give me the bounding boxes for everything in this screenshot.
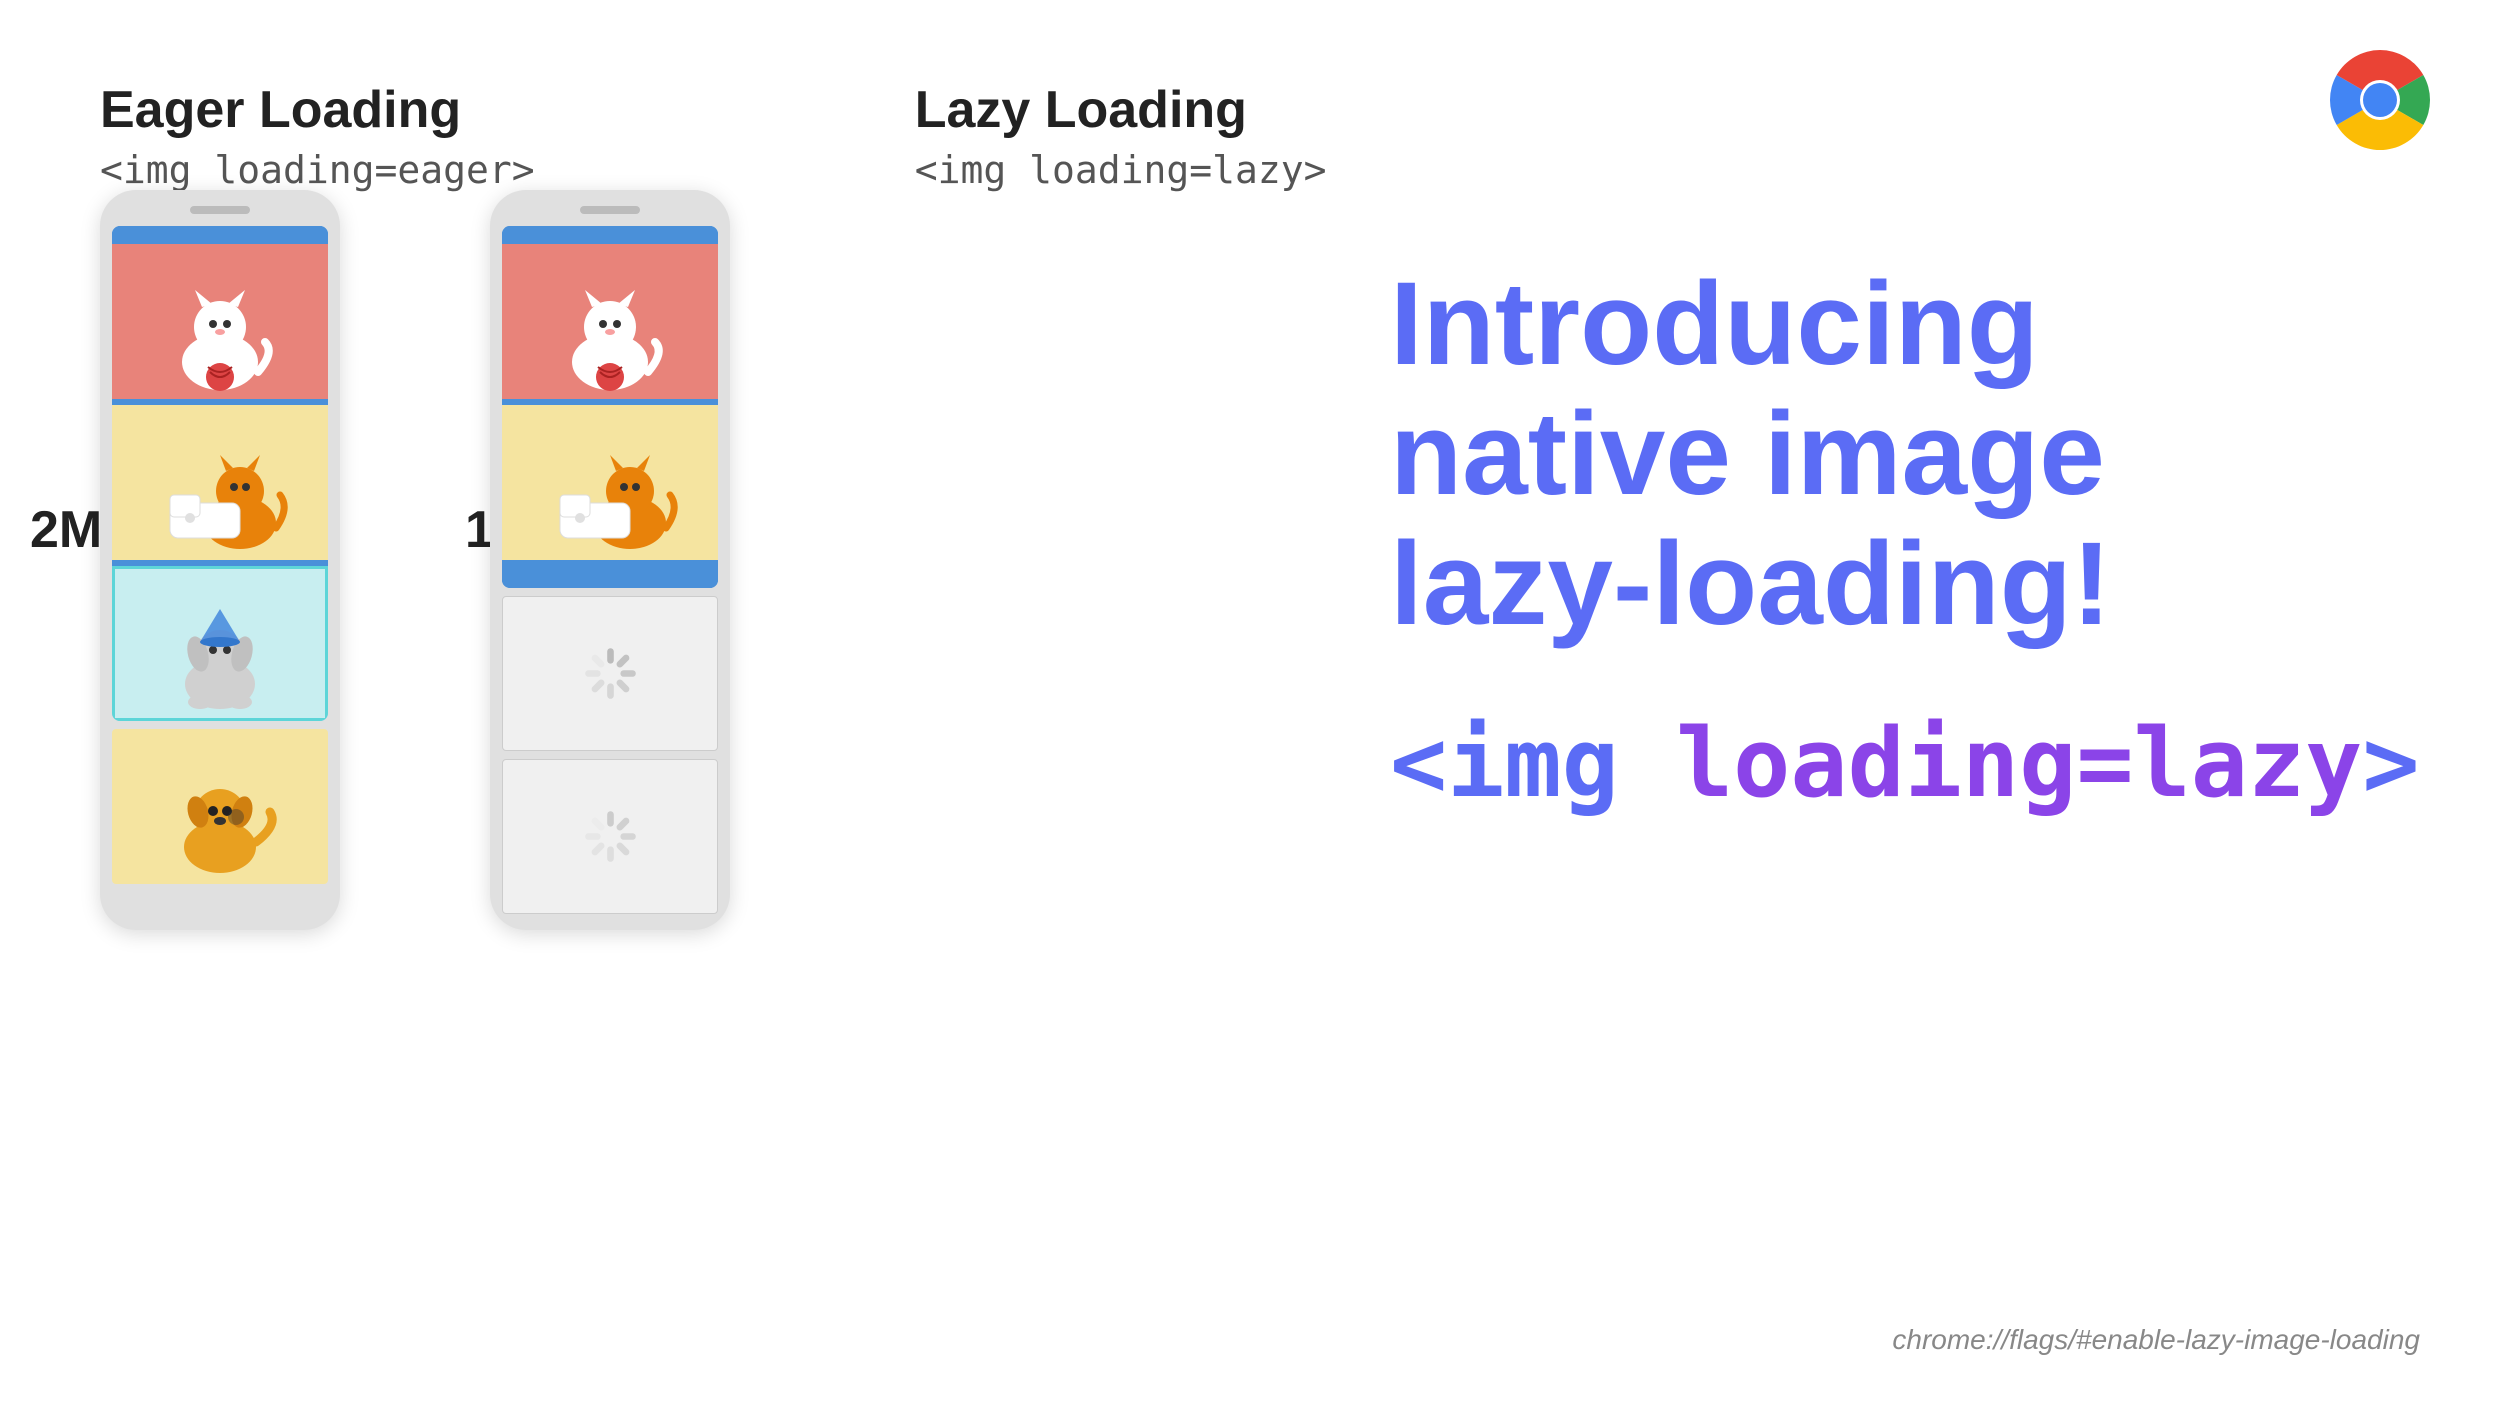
eager-phone: [100, 190, 340, 930]
eager-label-block: Eager Loading <img loading=eager>: [100, 80, 535, 192]
hero-text: Introducing native image lazy-loading!: [1390, 260, 2440, 649]
lazy-title: Lazy Loading: [915, 80, 1327, 140]
hero-line3: lazy-loading!: [1390, 518, 2111, 650]
eager-phone-screen: [112, 226, 328, 721]
eager-title: Eager Loading: [100, 80, 535, 140]
lazy-image-1: [502, 244, 718, 399]
hero-line2: native image: [1390, 388, 2105, 520]
lazy-loading-2: [502, 759, 718, 914]
eager-image-1: [112, 244, 328, 399]
code-attr: loading=lazy: [1676, 709, 2362, 819]
phone-speaker-eager: [190, 206, 250, 214]
lazy-code: <img loading=lazy>: [915, 148, 1327, 192]
lazy-phone: [490, 190, 730, 930]
lazy-label-block: Lazy Loading <img loading=lazy>: [915, 80, 1327, 192]
phones-area: [100, 190, 730, 930]
section-labels: Eager Loading <img loading=eager> Lazy L…: [100, 80, 1327, 192]
lazy-loading-1: [502, 596, 718, 751]
chrome-logo: [2320, 40, 2440, 160]
phone-speaker-lazy: [580, 206, 640, 214]
right-text-block: Introducing native image lazy-loading! <…: [1390, 260, 2440, 819]
lazy-phone-screen: [502, 226, 718, 588]
eager-code: <img loading=eager>: [100, 148, 535, 192]
eager-below-fold: [112, 729, 328, 884]
hero-line1: Introducing: [1390, 258, 2039, 390]
code-snippet: <img loading=lazy>: [1390, 709, 2440, 819]
footnote: chrome://flags/#enable-lazy-image-loadin…: [1892, 1324, 2420, 1356]
eager-image-4: [112, 729, 328, 884]
eager-image-2: [112, 405, 328, 560]
code-prefix: <img: [1390, 709, 1676, 819]
lazy-image-2: [502, 405, 718, 560]
code-suffix: >: [2362, 709, 2419, 819]
eager-image-3: [112, 566, 328, 721]
